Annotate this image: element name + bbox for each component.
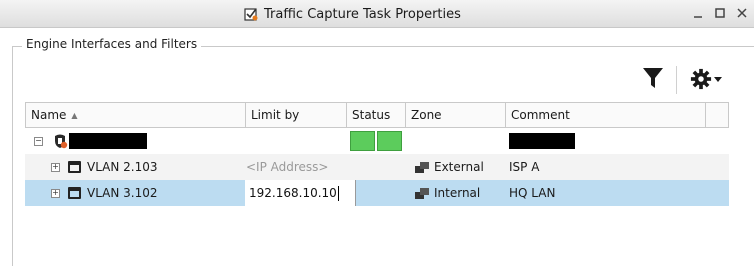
column-header-status[interactable]: Status xyxy=(347,103,406,127)
zone-icon-cell xyxy=(414,154,430,180)
zone-label: External xyxy=(434,160,484,174)
interface-name: VLAN 3.102 xyxy=(87,186,158,200)
column-header-zone-label: Zone xyxy=(411,108,442,122)
toolbar-separator xyxy=(676,66,677,94)
column-header-name-label: Name xyxy=(31,108,67,122)
expand-toggle[interactable]: + xyxy=(51,154,60,180)
group-legend: Engine Interfaces and Filters xyxy=(22,37,202,51)
maximize-button[interactable] xyxy=(712,5,728,21)
interfaces-table: Name ▲ Limit by Status Zone Comment − + … xyxy=(25,102,729,206)
redacted-engine-comment xyxy=(509,133,575,149)
interface-icon-cell xyxy=(68,154,81,180)
table-row-vlan-3-102[interactable]: + VLAN 3.102 192.168.10.10 Internal HQ L… xyxy=(25,180,729,206)
task-properties-icon xyxy=(244,8,258,21)
close-icon xyxy=(737,8,747,18)
window-title-group: Traffic Capture Task Properties xyxy=(244,5,461,23)
zone-icon xyxy=(415,161,429,173)
collapse-toggle[interactable]: − xyxy=(34,128,43,154)
interface-name: VLAN 2.103 xyxy=(87,160,158,174)
interface-icon xyxy=(68,187,81,199)
close-button[interactable] xyxy=(734,5,750,21)
redacted-engine-name xyxy=(69,133,147,149)
column-header-limit-by-label: Limit by xyxy=(251,108,300,122)
engine-icon-cell xyxy=(52,128,68,154)
gear-icon[interactable] xyxy=(690,68,712,90)
plus-icon: + xyxy=(51,162,60,172)
column-header-limit-by[interactable]: Limit by xyxy=(246,103,347,127)
firewall-engine-icon xyxy=(55,134,68,149)
engine-comment-cell xyxy=(509,128,575,154)
sort-ascending-icon: ▲ xyxy=(71,110,78,120)
dialog-body: Engine Interfaces and Filters Name ▲ Lim… xyxy=(0,28,754,266)
column-header-filler xyxy=(706,103,729,127)
column-header-comment[interactable]: Comment xyxy=(506,103,706,127)
comment-label: HQ LAN xyxy=(509,186,556,200)
zone-label: Internal xyxy=(434,186,481,200)
text-cursor xyxy=(337,185,339,201)
comment-label: ISP A xyxy=(509,160,540,174)
minus-icon: − xyxy=(34,136,43,146)
table-row-vlan-2-103[interactable]: + VLAN 2.103 <IP Address> External ISP A xyxy=(25,154,729,180)
limit-by-placeholder[interactable]: <IP Address> xyxy=(246,154,329,180)
column-header-comment-label: Comment xyxy=(511,108,570,122)
status-indicator-1 xyxy=(350,131,375,151)
minimize-icon xyxy=(694,16,702,18)
filter-icon[interactable] xyxy=(642,66,664,90)
plus-icon: + xyxy=(51,188,60,198)
column-header-zone[interactable]: Zone xyxy=(406,103,506,127)
status-indicator-2 xyxy=(377,131,402,151)
minimize-button[interactable] xyxy=(690,5,706,21)
zone-icon-cell xyxy=(414,180,430,206)
column-header-name[interactable]: Name ▲ xyxy=(26,103,246,127)
title-bar: Traffic Capture Task Properties xyxy=(0,0,754,28)
chevron-down-icon[interactable] xyxy=(714,77,722,83)
table-row-engine[interactable]: − xyxy=(25,128,729,154)
table-header: Name ▲ Limit by Status Zone Comment xyxy=(25,102,729,128)
zone-icon xyxy=(415,187,429,199)
column-header-status-label: Status xyxy=(352,108,391,122)
limit-by-ip-input[interactable]: 192.168.10.10 xyxy=(245,180,356,206)
limit-by-ip-value: 192.168.10.10 xyxy=(249,186,337,200)
maximize-icon xyxy=(715,8,725,18)
window-title: Traffic Capture Task Properties xyxy=(264,6,461,22)
expand-toggle[interactable]: + xyxy=(51,180,60,206)
interface-icon xyxy=(68,161,81,173)
engine-name-cell xyxy=(69,128,147,154)
interface-icon-cell xyxy=(68,180,81,206)
